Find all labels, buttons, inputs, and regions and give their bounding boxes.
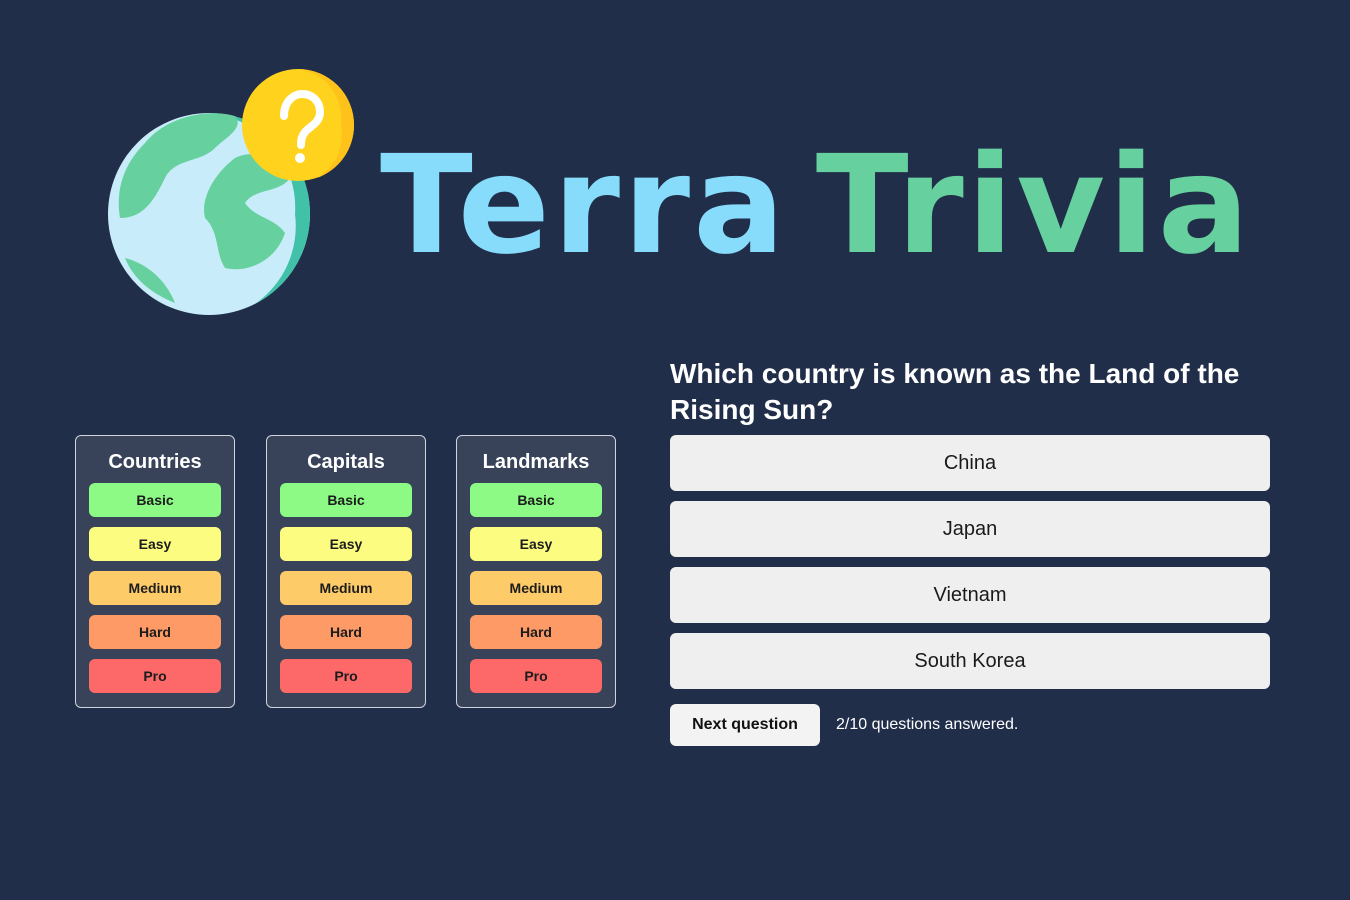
- wordmark-terra: Terra: [380, 127, 788, 285]
- question-text: Which country is known as the Land of th…: [670, 358, 1240, 425]
- level-button-easy[interactable]: Easy: [89, 527, 221, 561]
- app-wordmark: Terra Trivia: [380, 138, 1252, 274]
- level-button-basic[interactable]: Basic: [280, 483, 412, 517]
- level-button-medium[interactable]: Medium: [470, 571, 602, 605]
- answer-option[interactable]: South Korea: [670, 633, 1270, 689]
- app-logo: Terra Trivia: [105, 68, 1255, 318]
- level-button-easy[interactable]: Easy: [470, 527, 602, 561]
- level-button-medium[interactable]: Medium: [89, 571, 221, 605]
- progress-text: 2/10 questions answered.: [836, 716, 1019, 733]
- level-button-basic[interactable]: Basic: [470, 483, 602, 517]
- category-panel-capitals: Capitals Basic Easy Medium Hard Pro: [266, 435, 426, 708]
- answer-option[interactable]: Japan: [670, 501, 1270, 557]
- answer-option[interactable]: Vietnam: [670, 567, 1270, 623]
- level-button-easy[interactable]: Easy: [280, 527, 412, 561]
- wordmark-trivia: Trivia: [815, 127, 1253, 285]
- answer-option[interactable]: China: [670, 435, 1270, 491]
- level-button-pro[interactable]: Pro: [280, 659, 412, 693]
- level-button-medium[interactable]: Medium: [280, 571, 412, 605]
- level-button-basic[interactable]: Basic: [89, 483, 221, 517]
- next-question-button[interactable]: Next question: [670, 704, 820, 746]
- category-panel-countries: Countries Basic Easy Medium Hard Pro: [75, 435, 235, 708]
- category-title: Capitals: [307, 451, 385, 473]
- category-title: Countries: [108, 451, 202, 473]
- globe-question-icon: [108, 69, 355, 315]
- level-button-pro[interactable]: Pro: [89, 659, 221, 693]
- level-button-pro[interactable]: Pro: [470, 659, 602, 693]
- level-button-hard[interactable]: Hard: [89, 615, 221, 649]
- category-title: Landmarks: [482, 451, 590, 473]
- level-button-hard[interactable]: Hard: [280, 615, 412, 649]
- category-panel-landmarks: Landmarks Basic Easy Medium Hard Pro: [456, 435, 616, 708]
- level-button-hard[interactable]: Hard: [470, 615, 602, 649]
